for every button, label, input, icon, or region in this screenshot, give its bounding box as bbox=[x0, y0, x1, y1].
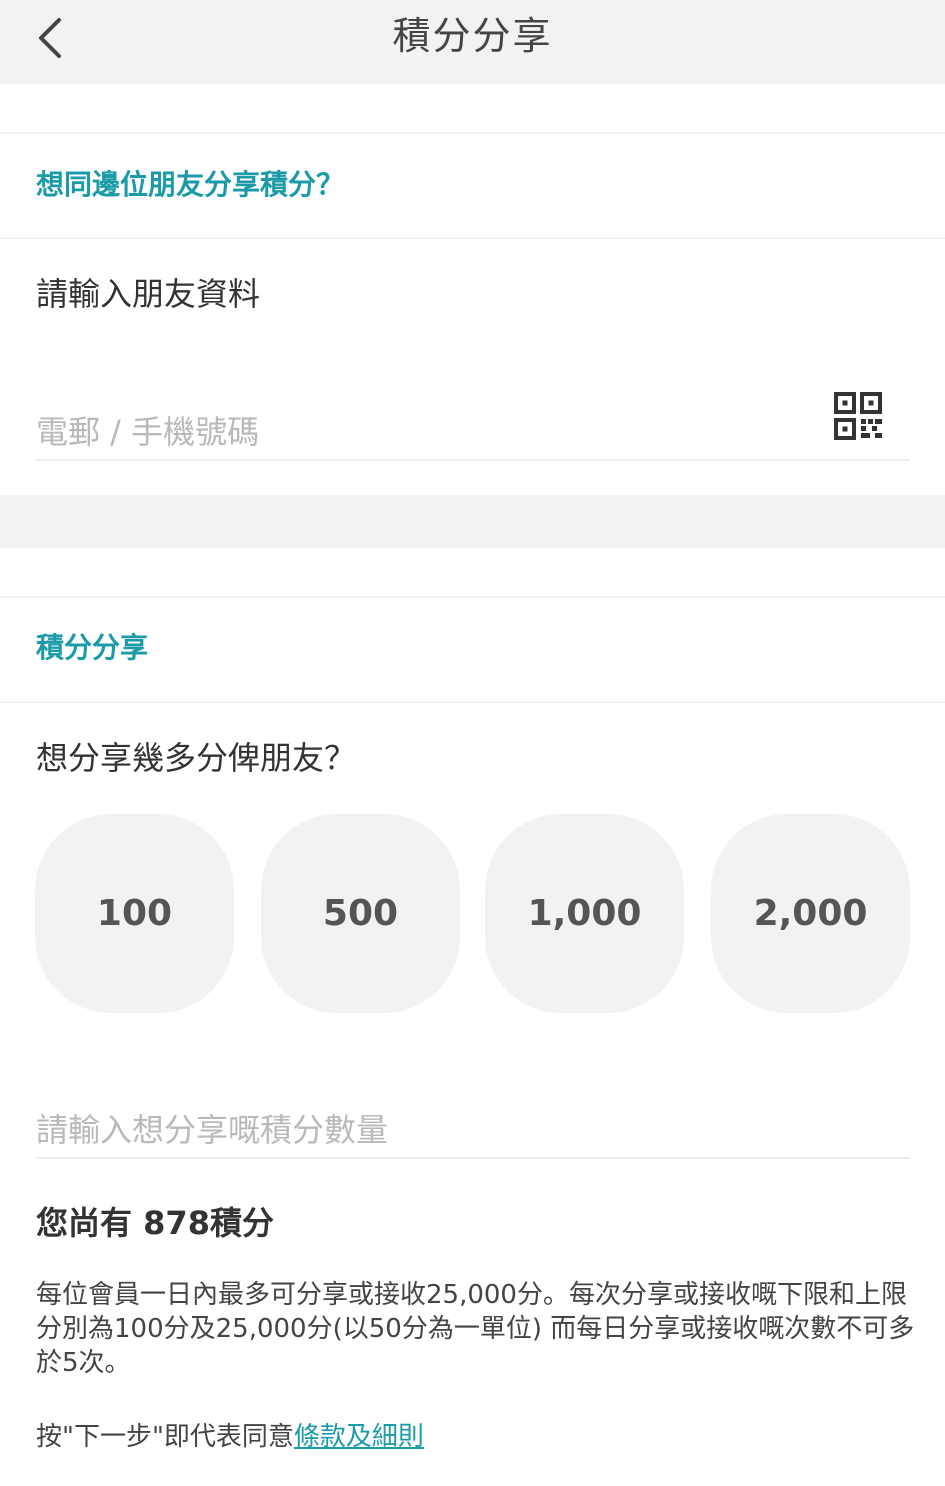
friend-section-title: 想同邊位朋友分享積分？ bbox=[36, 168, 345, 201]
friend-info-label: 請輸入朋友資料 bbox=[36, 275, 261, 313]
balance-value: 878 bbox=[143, 1204, 210, 1242]
amount-option-1000[interactable]: 1,000 bbox=[485, 814, 684, 1013]
terms-link[interactable]: 條款及細則 bbox=[294, 1422, 424, 1452]
divider bbox=[0, 596, 945, 598]
balance-suffix: 積分 bbox=[209, 1204, 274, 1242]
divider bbox=[0, 132, 945, 134]
page-title: 積分分享 bbox=[392, 14, 553, 58]
contact-input[interactable] bbox=[36, 405, 910, 459]
qr-scan-button[interactable] bbox=[834, 392, 884, 442]
terms-agreement: 按"下一步"即代表同意條款及細則 bbox=[36, 1418, 424, 1456]
share-amount-label: 想分享幾多分俾朋友？ bbox=[36, 739, 357, 777]
amount-input-row bbox=[36, 1103, 910, 1159]
navigation-bar: 積分分享 bbox=[0, 0, 945, 84]
section-separator bbox=[0, 495, 945, 548]
points-section-title: 積分分享 bbox=[36, 631, 149, 664]
amount-input[interactable] bbox=[36, 1103, 910, 1157]
sharing-rules-notice: 每位會員一日內最多可分享或接收25,000分。每次分享或接收嘅下限和上限分別為1… bbox=[36, 1280, 915, 1378]
points-balance: 您尚有 878積分 bbox=[36, 1200, 274, 1246]
agreement-text: 按"下一步"即代表同意 bbox=[36, 1422, 294, 1452]
amount-option-100[interactable]: 100 bbox=[35, 814, 234, 1013]
contact-input-row bbox=[36, 405, 910, 461]
divider bbox=[0, 237, 945, 239]
balance-prefix: 您尚有 bbox=[36, 1204, 144, 1242]
amount-option-2000[interactable]: 2,000 bbox=[711, 814, 910, 1013]
divider bbox=[0, 701, 945, 703]
qr-code-icon bbox=[834, 392, 882, 440]
amount-option-500[interactable]: 500 bbox=[261, 814, 460, 1013]
points-share-page: 積分分享 想同邊位朋友分享積分？ 請輸入朋友資料 積分分享 想分享幾多分俾朋友？… bbox=[0, 0, 945, 1486]
